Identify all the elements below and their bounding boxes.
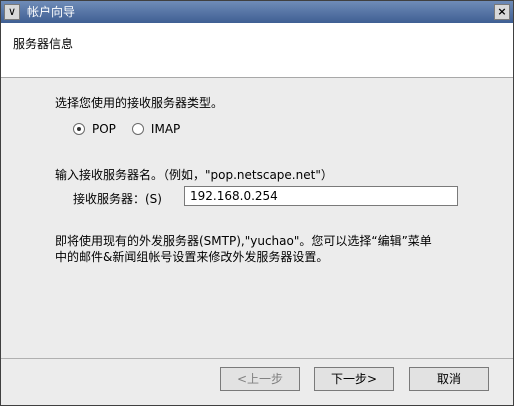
wizard-content: 选择您使用的接收服务器类型。 POP IMAP 输入接收服务器名。（例如，"po…	[1, 78, 513, 358]
pop-radio-label[interactable]: POP	[92, 122, 116, 136]
imap-radio[interactable]	[131, 123, 144, 135]
next-button[interactable]: 下一步>	[314, 367, 394, 391]
footer-divider	[1, 358, 513, 359]
cancel-button[interactable]: 取消	[409, 367, 489, 391]
imap-radio-label[interactable]: IMAP	[151, 122, 180, 136]
pop-radio[interactable]	[73, 123, 85, 135]
account-wizard-window: ∨ 帐户向导 × 服务器信息 选择您使用的接收服务器类型。 POP IMAP 输…	[0, 0, 514, 406]
incoming-server-label: 接收服务器：(S)	[73, 192, 162, 206]
back-button[interactable]: <上一步	[220, 367, 300, 391]
wizard-header: 服务器信息	[1, 23, 513, 78]
server-type-radio-group: POP IMAP	[73, 122, 196, 136]
window-title: 帐户向导	[27, 5, 76, 19]
close-icon[interactable]: ×	[494, 4, 510, 20]
title-bar: ∨ 帐户向导 ×	[1, 1, 513, 23]
incoming-server-input[interactable]	[184, 186, 458, 206]
server-type-prompt: 选择您使用的接收服务器类型。	[55, 96, 224, 110]
window-menu-icon[interactable]: ∨	[4, 4, 20, 20]
page-title: 服务器信息	[13, 37, 74, 51]
smtp-info-line-1: 即将使用现有的外发服务器(SMTP),"yuchao"。您可以选择“编辑”菜单	[55, 234, 432, 248]
server-name-prompt: 输入接收服务器名。（例如，"pop.netscape.net"）	[55, 168, 333, 182]
smtp-info-line-2: 中的邮件&新闻组帐号设置来修改外发服务器设置。	[55, 250, 329, 264]
